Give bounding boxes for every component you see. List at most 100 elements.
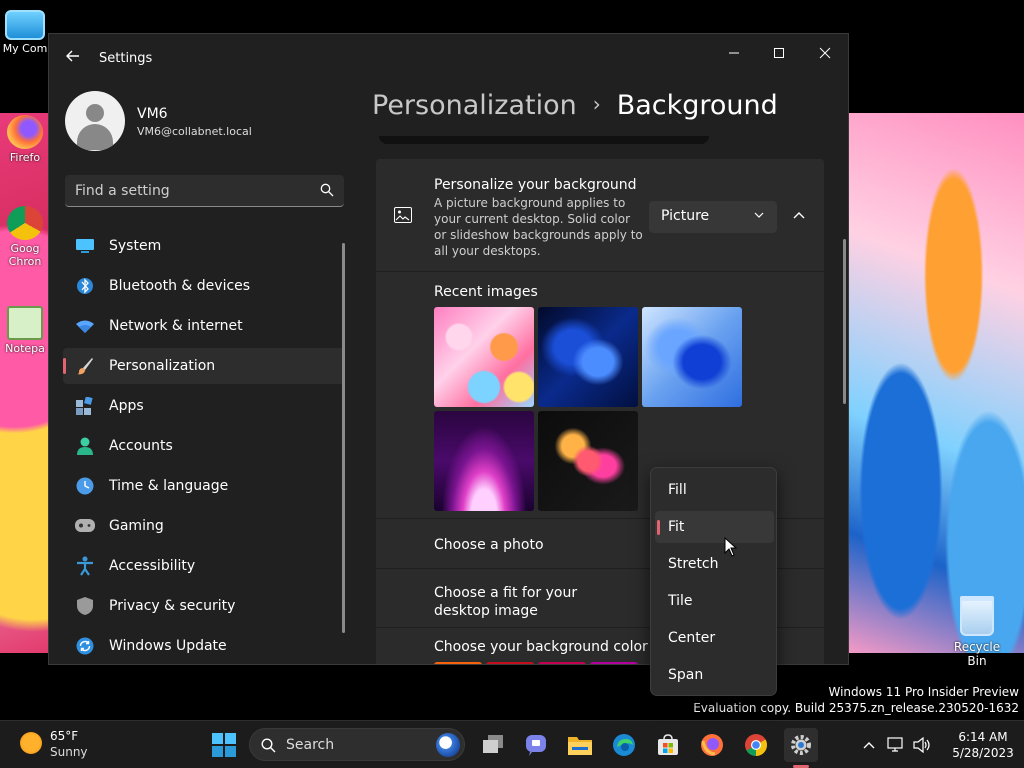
sidebar-item-time-language[interactable]: Time & language — [63, 468, 345, 504]
sidebar-item-label: Privacy & security — [109, 598, 236, 614]
search-box[interactable] — [65, 175, 344, 207]
recent-image-thumbnail[interactable] — [434, 411, 534, 511]
personalize-background-row[interactable]: Personalize your background A picture ba… — [376, 159, 824, 272]
avatar[interactable] — [65, 91, 125, 151]
recent-image-thumbnail[interactable] — [538, 307, 638, 407]
fit-option-span[interactable]: Span — [655, 659, 774, 691]
sidebar-item-label: Bluetooth & devices — [109, 278, 251, 294]
personalize-background-title: Personalize your background — [434, 177, 637, 193]
avatar-head — [86, 104, 104, 122]
desktop-icon-label: Goog Chron — [8, 242, 42, 268]
color-swatch[interactable] — [434, 662, 482, 664]
fit-option-label: Fill — [668, 482, 687, 498]
fit-option-center[interactable]: Center — [655, 622, 774, 654]
teams-chat-icon — [526, 735, 546, 756]
edge-button[interactable] — [607, 728, 641, 762]
breadcrumb: Personalization › Background — [372, 90, 778, 121]
main-scrollbar[interactable] — [843, 239, 846, 404]
mouse-cursor-icon — [724, 537, 738, 557]
sidebar-item-accessibility[interactable]: Accessibility — [63, 548, 345, 584]
sidebar-item-system[interactable]: System — [63, 228, 345, 264]
task-view-icon — [483, 735, 503, 753]
fit-option-label: Stretch — [668, 556, 719, 572]
desktop-icon-chrome[interactable]: Goog Chron — [2, 206, 48, 268]
file-explorer-button[interactable] — [563, 728, 597, 762]
sidebar-item-privacy-security[interactable]: Privacy & security — [63, 588, 345, 624]
wifi-icon — [75, 316, 95, 336]
chrome-button[interactable] — [739, 728, 773, 762]
settings-taskbar-button[interactable] — [784, 728, 818, 762]
choose-fit-label: Choose a fit for your desktop image — [434, 585, 578, 619]
sidebar-item-windows-update[interactable]: Windows Update — [63, 628, 345, 664]
preview-bottom-edge — [379, 136, 709, 144]
maximize-button[interactable] — [759, 40, 799, 70]
recent-image-thumbnail[interactable] — [538, 411, 638, 511]
page-title: Background — [616, 90, 778, 121]
sidebar-item-personalization[interactable]: Personalization — [63, 348, 345, 384]
color-swatch[interactable] — [486, 662, 534, 664]
volume-tray-button[interactable] — [910, 728, 934, 762]
breadcrumb-parent[interactable]: Personalization — [372, 90, 577, 121]
fit-option-stretch[interactable]: Stretch — [655, 548, 774, 580]
back-button[interactable] — [63, 48, 83, 68]
desktop-icon-recycle-bin[interactable]: Recycle Bin — [944, 596, 1010, 668]
fit-option-tile[interactable]: Tile — [655, 585, 774, 617]
system-clock[interactable]: 6:14 AM 5/28/2023 — [948, 729, 1018, 761]
system-icon — [75, 236, 95, 256]
show-hidden-icons-button[interactable] — [852, 728, 886, 762]
close-icon — [819, 47, 831, 59]
breadcrumb-separator: › — [592, 92, 601, 116]
search-input[interactable] — [65, 175, 305, 206]
background-type-dropdown[interactable]: Picture — [649, 201, 777, 233]
profile-email: VM6@collabnet.local — [137, 125, 252, 138]
recent-image-thumbnail[interactable] — [642, 307, 742, 407]
fit-option-fill[interactable]: Fill — [655, 474, 774, 506]
shield-icon — [75, 596, 95, 616]
close-button[interactable] — [805, 40, 845, 70]
title-bar[interactable]: Settings — [49, 34, 848, 82]
weather-description[interactable]: Sunny — [50, 745, 88, 759]
teams-chat-button[interactable] — [519, 728, 553, 762]
color-swatch[interactable] — [538, 662, 586, 664]
sidebar-item-bluetooth[interactable]: Bluetooth & devices — [63, 268, 345, 304]
store-button[interactable] — [651, 728, 685, 762]
sidebar-item-apps[interactable]: Apps — [63, 388, 345, 424]
sidebar-item-label: Windows Update — [109, 638, 227, 654]
desktop-icon-firefox[interactable]: Firefo — [2, 115, 48, 164]
chevron-up-icon — [863, 742, 875, 749]
gaming-icon — [75, 516, 95, 536]
minimize-button[interactable] — [714, 40, 754, 70]
sidebar-item-accounts[interactable]: Accounts — [63, 428, 345, 464]
sidebar-item-network[interactable]: Network & internet — [63, 308, 345, 344]
start-button[interactable] — [207, 728, 241, 762]
choose-color-label: Choose your background color — [434, 639, 648, 655]
recent-images-title: Recent images — [434, 284, 538, 300]
recent-image-thumbnail[interactable] — [434, 307, 534, 407]
desktop-icon-label: Notepa — [5, 342, 45, 355]
task-view-button[interactable] — [476, 728, 510, 762]
sidebar-scrollbar[interactable] — [342, 243, 345, 633]
back-arrow-icon — [66, 50, 79, 62]
windows-update-icon — [75, 636, 95, 656]
fit-option-fit[interactable]: Fit — [655, 511, 774, 543]
desktop-icon-my-computer[interactable]: My Com — [2, 10, 48, 55]
watermark-line-2: Evaluation copy. Build 25375.zn_release.… — [693, 701, 1019, 715]
bing-icon[interactable] — [436, 733, 460, 757]
chevron-up-icon[interactable] — [788, 205, 810, 227]
background-type-value: Picture — [661, 208, 710, 224]
sidebar-item-gaming[interactable]: Gaming — [63, 508, 345, 544]
accessibility-icon — [75, 556, 95, 576]
monitor-icon — [5, 10, 45, 40]
taskbar-search[interactable]: Search — [249, 728, 465, 761]
network-tray-button[interactable] — [884, 728, 908, 762]
sun-icon[interactable] — [20, 732, 42, 754]
desktop-icon-notepad[interactable]: Notepa — [2, 306, 48, 355]
firefox-button[interactable] — [695, 728, 729, 762]
search-icon[interactable] — [320, 183, 334, 197]
color-swatch[interactable] — [590, 662, 638, 664]
wallpaper-left — [0, 113, 48, 653]
fit-option-label: Tile — [668, 593, 693, 609]
fit-option-label: Span — [668, 667, 704, 683]
sidebar-nav: System Bluetooth & devices Network & int… — [63, 228, 345, 664]
weather-temperature[interactable]: 65°F — [50, 729, 78, 743]
